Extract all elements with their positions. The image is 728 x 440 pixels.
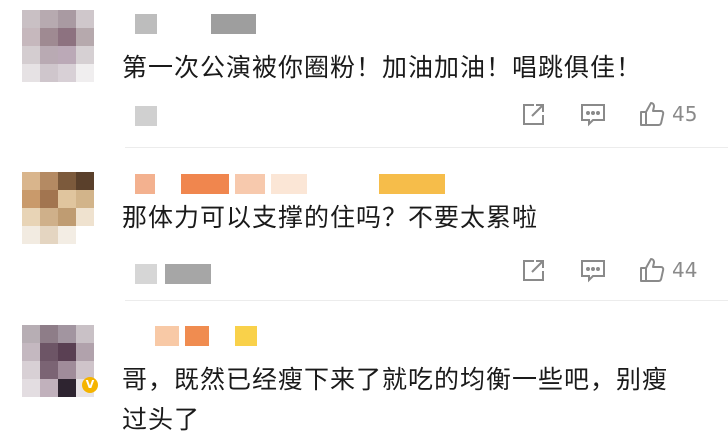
- username-blurred[interactable]: [135, 326, 257, 346]
- comment-icon: [581, 104, 605, 127]
- like-count: 45: [672, 102, 698, 126]
- like-count: 44: [672, 258, 698, 282]
- comment-text: 那体力可以支撑的住吗？不要太累啦: [122, 203, 539, 232]
- like-button[interactable]: 44: [638, 256, 697, 284]
- reply-button[interactable]: [579, 258, 607, 284]
- share-icon: [523, 104, 544, 125]
- username-blurred[interactable]: [135, 14, 256, 34]
- comment-meta-blurred: [135, 106, 157, 126]
- comment-text: 哥，既然已经瘦下来了就吃的均衡一些吧，别瘦 过头了: [122, 365, 669, 434]
- comment-text: 第一次公演被你圈粉！加油加油！唱跳俱佳！: [122, 53, 643, 82]
- avatar[interactable]: [22, 172, 94, 244]
- thumbs-up-icon: [640, 258, 665, 282]
- divider: [125, 147, 728, 148]
- reply-button[interactable]: [579, 102, 607, 128]
- thumbs-up-icon: [640, 102, 665, 126]
- username-blurred[interactable]: [135, 174, 445, 194]
- share-button[interactable]: [520, 258, 546, 284]
- comment-item: 第一次公演被你圈粉！加油加油！唱跳俱佳！ 45: [0, 0, 728, 150]
- avatar[interactable]: [22, 10, 94, 82]
- comment-item: V 哥，既然已经瘦下来了就吃的均衡一些吧，别瘦 过头了: [0, 300, 728, 440]
- comment-icon: [581, 260, 605, 283]
- like-button[interactable]: 45: [638, 100, 697, 128]
- verified-badge: V: [82, 377, 98, 393]
- share-button[interactable]: [520, 102, 546, 128]
- share-icon: [523, 260, 544, 281]
- comment-meta-blurred: [135, 264, 211, 284]
- comment-item: 那体力可以支撑的住吗？不要太累啦 44: [0, 150, 728, 300]
